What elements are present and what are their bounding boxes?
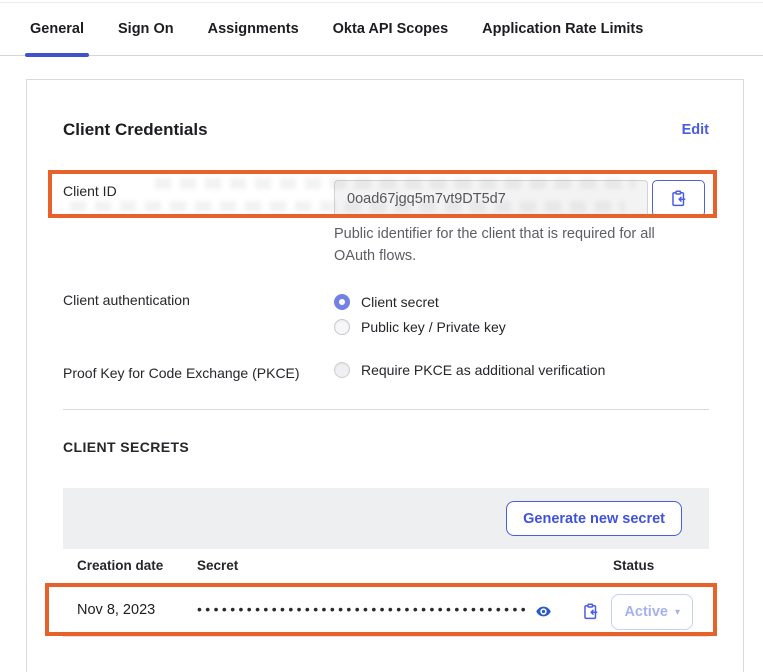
client-id-field-group: [334, 180, 705, 217]
client-authentication-label: Client authentication: [63, 292, 190, 308]
copy-secret-button[interactable]: [582, 603, 599, 620]
section-divider: [63, 409, 709, 410]
column-header-creation-date: Creation date: [77, 558, 163, 573]
secret-value-cell: ••••••••••••••••••••••••••••••••••••••••: [197, 586, 599, 636]
generate-new-secret-button[interactable]: Generate new secret: [506, 501, 682, 536]
eye-icon: [535, 603, 552, 620]
masked-secret-value: ••••••••••••••••••••••••••••••••••••••••: [197, 601, 529, 617]
client-id-helper-text: Public identifier for the client that is…: [334, 223, 678, 268]
status-label: Active: [624, 604, 668, 620]
radio-selected-icon[interactable]: [334, 294, 350, 310]
tab-general[interactable]: General: [28, 21, 86, 55]
okta-app-settings-page: General Sign On Assignments Okta API Sco…: [0, 0, 763, 672]
column-header-status: Status: [613, 558, 654, 573]
tab-sign-on[interactable]: Sign On: [116, 21, 176, 55]
secret-creation-date: Nov 8, 2023: [77, 602, 155, 618]
secrets-table-header: Creation date Secret Status: [63, 549, 709, 586]
caret-down-icon: ▾: [675, 607, 680, 618]
secret-table-row: Nov 8, 2023 ••••••••••••••••••••••••••••…: [63, 586, 709, 637]
copy-client-id-button[interactable]: [652, 180, 705, 217]
pkce-option-label: Require PKCE as additional verification: [361, 362, 605, 378]
pkce-label: Proof Key for Code Exchange (PKCE): [63, 365, 300, 381]
client-id-input[interactable]: [334, 180, 648, 217]
clipboard-copy-icon: [670, 190, 687, 207]
radio-option-client-secret[interactable]: Client secret: [334, 289, 506, 314]
client-id-label: Client ID: [63, 183, 117, 199]
tab-okta-api-scopes[interactable]: Okta API Scopes: [331, 21, 451, 55]
tab-bar: General Sign On Assignments Okta API Sco…: [0, 0, 763, 56]
tab-assignments[interactable]: Assignments: [206, 21, 301, 55]
reveal-secret-button[interactable]: [535, 603, 552, 620]
radio-unselected-icon[interactable]: [334, 319, 350, 335]
pkce-checkbox-row[interactable]: Require PKCE as additional verification: [334, 362, 605, 378]
tab-application-rate-limits[interactable]: Application Rate Limits: [480, 21, 645, 55]
radio-option-label: Public key / Private key: [361, 319, 506, 335]
client-authentication-options: Client secret Public key / Private key: [334, 289, 506, 339]
radio-option-label: Client secret: [361, 294, 439, 310]
clipboard-copy-icon: [582, 603, 599, 620]
column-header-secret: Secret: [197, 558, 238, 573]
status-dropdown-button[interactable]: Active ▾: [611, 594, 693, 630]
client-secrets-toolbar: Generate new secret: [63, 488, 709, 549]
client-secrets-heading: CLIENT SECRETS: [63, 439, 189, 455]
section-title: Client Credentials: [63, 120, 208, 140]
checkbox-unchecked-icon[interactable]: [334, 362, 350, 378]
edit-link[interactable]: Edit: [682, 122, 709, 138]
client-credentials-card: Client Credentials Edit Client ID Public…: [26, 79, 744, 672]
radio-option-public-private-key[interactable]: Public key / Private key: [334, 314, 506, 339]
